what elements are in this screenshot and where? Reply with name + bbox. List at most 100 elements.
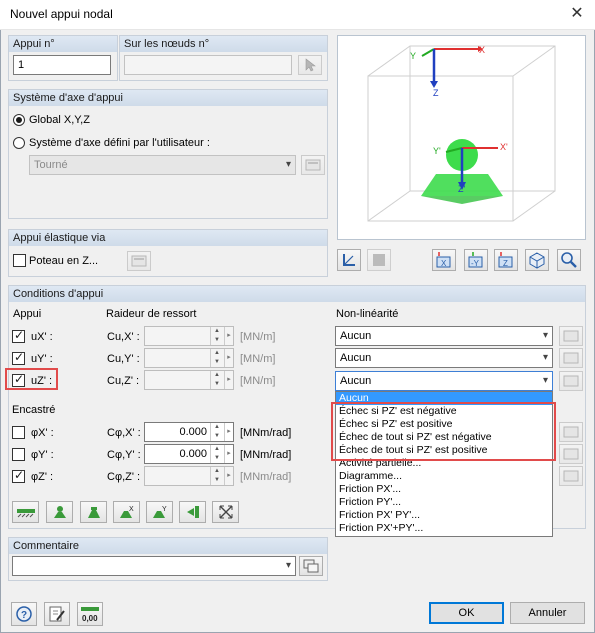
svg-text:Y: Y bbox=[162, 506, 167, 513]
close-icon[interactable]: ✕ bbox=[565, 3, 589, 25]
axis-combo[interactable]: Tourné ▾ bbox=[29, 155, 296, 175]
poteau-edit-button[interactable] bbox=[127, 251, 151, 271]
phiz-checkbox-box[interactable] bbox=[12, 468, 25, 483]
uz-checkbox-box[interactable] bbox=[12, 372, 25, 387]
edit-notes-button[interactable] bbox=[44, 602, 70, 626]
wall-support-icon bbox=[186, 506, 199, 518]
view-axes-button[interactable] bbox=[337, 249, 361, 271]
zoom-all-button[interactable] bbox=[557, 249, 581, 271]
hatched-support-icon bbox=[16, 509, 35, 518]
support-wall-button[interactable] bbox=[179, 501, 206, 523]
uz-nonlin-combo[interactable]: Aucun ▾ bbox=[335, 371, 553, 391]
comment-library-button[interactable] bbox=[299, 556, 323, 576]
radio-user[interactable]: Système d'axe défini par l'utilisateur : bbox=[13, 137, 210, 149]
units-button[interactable]: 0,00 bbox=[77, 602, 103, 626]
dropdown-item-friction-px-py[interactable]: Friction PX' PY'... bbox=[336, 509, 552, 522]
view-x-button[interactable]: X bbox=[432, 249, 456, 271]
dropdown-item-friction-py[interactable]: Friction PY'... bbox=[336, 496, 552, 509]
help-button[interactable]: ? bbox=[11, 602, 37, 626]
phiz-nonlin-edit-button[interactable] bbox=[559, 466, 583, 486]
uy-checkbox-box[interactable] bbox=[12, 350, 25, 365]
fixed-support-icon bbox=[87, 507, 100, 518]
axis-x-label: X bbox=[479, 45, 485, 55]
conditions-title: Conditions d'appui bbox=[9, 286, 585, 302]
dropdown-item-diagramme[interactable]: Diagramme... bbox=[336, 470, 552, 483]
support-pinned-button[interactable] bbox=[46, 501, 73, 523]
svg-text:X: X bbox=[129, 506, 134, 513]
spin-arrows-icon[interactable]: ▲ ▼ bbox=[210, 327, 223, 345]
phix-checkbox[interactable]: φX' : bbox=[12, 426, 54, 439]
edit-dialog-icon bbox=[563, 330, 579, 342]
encastre-title: Encastré bbox=[12, 404, 56, 416]
poteau-checkbox[interactable]: Poteau en Z... bbox=[13, 254, 98, 267]
comment-library-icon bbox=[303, 559, 319, 573]
cphix-unit: [MNm/rad] bbox=[240, 427, 292, 439]
ux-checkbox-box[interactable] bbox=[12, 328, 25, 343]
cuz-spinner[interactable]: ▲ ▼ ▸ bbox=[144, 370, 234, 390]
chevron-right-icon[interactable]: ▸ bbox=[224, 349, 233, 367]
appui-no-input[interactable] bbox=[13, 55, 111, 75]
uy-nonlin-edit-button[interactable] bbox=[559, 348, 583, 368]
appui-no-label: Appui n° bbox=[9, 36, 117, 52]
noeuds-input[interactable] bbox=[124, 55, 292, 75]
phiy-checkbox[interactable]: φY' : bbox=[12, 448, 54, 461]
chevron-right-icon[interactable]: ▸ bbox=[224, 371, 233, 389]
pinned-support-icon bbox=[53, 506, 66, 518]
chevron-right-icon[interactable]: ▸ bbox=[224, 423, 233, 441]
phiy-nonlin-edit-button[interactable] bbox=[559, 444, 583, 464]
uz-nonlin-edit-button[interactable] bbox=[559, 371, 583, 391]
dropdown-item-friction-px[interactable]: Friction PX'... bbox=[336, 483, 552, 496]
cphiy-spinner[interactable]: 0.000 ▲ ▼ ▸ bbox=[144, 444, 234, 464]
cux-spinner[interactable]: ▲ ▼ ▸ bbox=[144, 326, 234, 346]
col-appui-header: Appui bbox=[13, 308, 42, 320]
phix-checkbox-box[interactable] bbox=[12, 426, 25, 439]
support-x-button[interactable]: X bbox=[113, 501, 140, 523]
phiy-checkbox-box[interactable] bbox=[12, 448, 25, 461]
chevron-right-icon[interactable]: ▸ bbox=[224, 467, 233, 485]
phix-nonlin-edit-button[interactable] bbox=[559, 422, 583, 442]
view-z-button[interactable]: Z bbox=[494, 249, 518, 271]
axis-system-title: Système d'axe d'appui bbox=[9, 90, 327, 106]
cancel-button[interactable]: Annuler bbox=[510, 602, 585, 624]
view-neg-y-button[interactable]: -Y bbox=[464, 249, 488, 271]
preview-canvas[interactable]: X Y Z X' Y' Z' bbox=[337, 35, 586, 240]
spin-arrows-icon[interactable]: ▲ ▼ bbox=[210, 423, 223, 441]
cphiz-spinner[interactable]: ▲ ▼ ▸ bbox=[144, 466, 234, 486]
axis-z-label: Z bbox=[433, 88, 439, 98]
radio-global[interactable]: Global X,Y,Z bbox=[13, 114, 90, 126]
echec-options-highlight bbox=[331, 402, 556, 461]
spin-arrows-icon[interactable]: ▲ ▼ bbox=[210, 349, 223, 367]
axes-view-icon bbox=[343, 254, 355, 266]
spin-arrows-icon[interactable]: ▲ ▼ bbox=[210, 371, 223, 389]
axis-edit-button[interactable] bbox=[301, 155, 325, 175]
radio-global-indicator[interactable] bbox=[13, 114, 25, 126]
spin-arrows-icon[interactable]: ▲ ▼ bbox=[210, 467, 223, 485]
pick-nodes-button[interactable] bbox=[298, 55, 322, 75]
edit-dialog-icon bbox=[563, 448, 579, 460]
support-y-button[interactable]: Y bbox=[146, 501, 173, 523]
cphix-spinner[interactable]: 0.000 ▲ ▼ ▸ bbox=[144, 422, 234, 442]
phiz-checkbox[interactable]: φZ' : bbox=[12, 468, 54, 483]
support-fixed-button[interactable] bbox=[80, 501, 107, 523]
chevron-right-icon[interactable]: ▸ bbox=[224, 327, 233, 345]
ok-button[interactable]: OK bbox=[429, 602, 504, 624]
chevron-right-icon[interactable]: ▸ bbox=[224, 445, 233, 463]
dropdown-item-friction-px-plus-py[interactable]: Friction PX'+PY'... bbox=[336, 522, 552, 535]
poteau-checkbox-box[interactable] bbox=[13, 254, 26, 267]
uz-checkbox[interactable]: uZ' : bbox=[12, 372, 52, 387]
view-solid-button[interactable] bbox=[367, 249, 391, 271]
poteau-label: Poteau en Z... bbox=[29, 254, 99, 267]
support-hinged-button[interactable] bbox=[12, 501, 39, 523]
radio-user-indicator[interactable] bbox=[13, 137, 25, 149]
uy-nonlin-combo[interactable]: Aucun ▾ bbox=[335, 348, 553, 368]
ux-nonlin-combo[interactable]: Aucun ▾ bbox=[335, 326, 553, 346]
ux-nonlin-edit-button[interactable] bbox=[559, 326, 583, 346]
cuy-spinner[interactable]: ▲ ▼ ▸ bbox=[144, 348, 234, 368]
ux-checkbox[interactable]: uX' : bbox=[12, 328, 53, 343]
comment-combo[interactable]: ▾ bbox=[12, 556, 296, 576]
support-free-button[interactable] bbox=[212, 501, 239, 523]
phiz-label: φZ' : bbox=[31, 470, 54, 483]
uy-checkbox[interactable]: uY' : bbox=[12, 350, 53, 365]
spin-arrows-icon[interactable]: ▲ ▼ bbox=[210, 445, 223, 463]
view-iso-button[interactable] bbox=[525, 249, 549, 271]
